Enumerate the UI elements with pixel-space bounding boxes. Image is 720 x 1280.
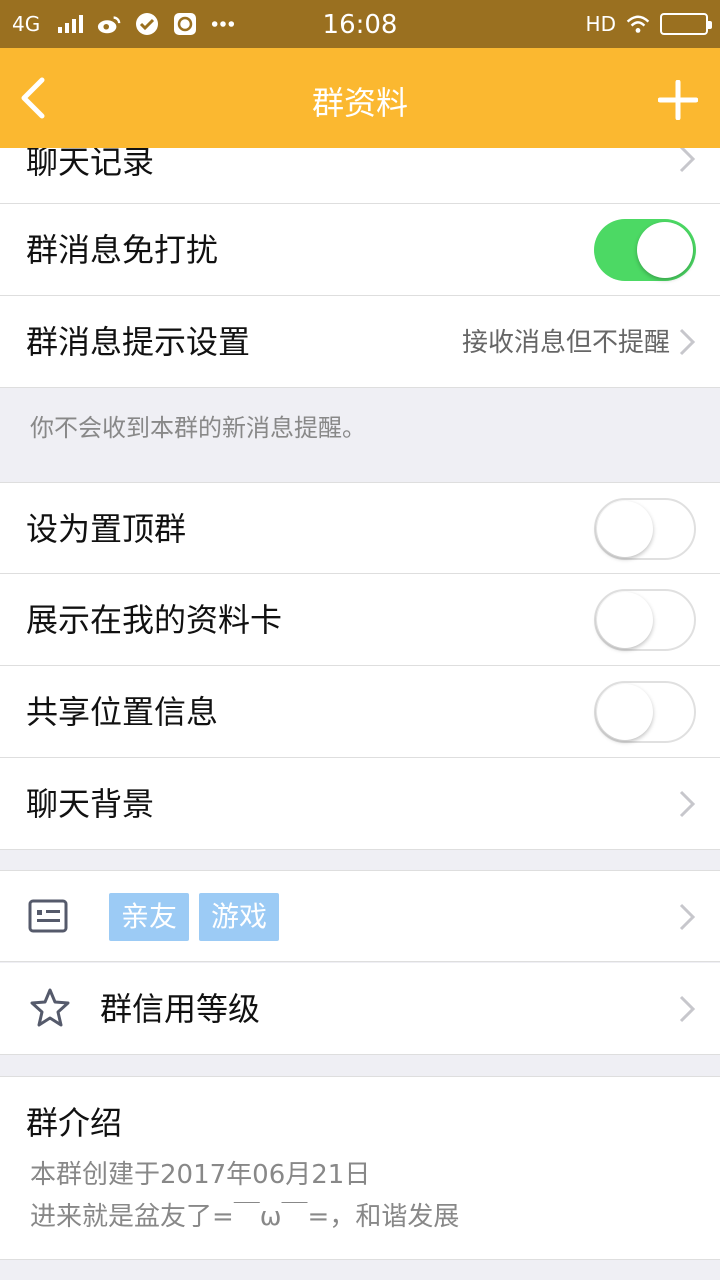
row-mute: 群消息免打扰 xyxy=(0,204,720,296)
hd-indicator: HD xyxy=(585,12,616,36)
nav-bar: 群资料 xyxy=(0,48,720,148)
page-title: 群资料 xyxy=(311,84,408,122)
tag-list: 亲友 游戏 xyxy=(109,893,289,941)
row-chat-history[interactable]: 聊天记录 xyxy=(0,148,720,204)
credit-level-label: 群信用等级 xyxy=(100,990,261,1028)
share-location-label: 共享位置信息 xyxy=(26,693,219,731)
row-chat-background[interactable]: 聊天背景 xyxy=(0,758,720,850)
toggle-knob xyxy=(637,222,693,278)
row-credit-level[interactable]: 群信用等级 xyxy=(0,963,720,1055)
wifi-icon xyxy=(626,12,650,36)
group-intro-title: 群介绍 xyxy=(26,1104,123,1142)
pin-group-toggle[interactable] xyxy=(594,498,696,560)
toggle-knob xyxy=(597,592,653,648)
star-icon xyxy=(30,988,70,1027)
mute-label: 群消息免打扰 xyxy=(26,231,219,269)
group-intro-section[interactable]: 群介绍 本群创建于2017年06月21日 进来就是盆友了=￣ω￣=，和谐发展 xyxy=(0,1076,720,1260)
group-intro-line: 进来就是盆友了=￣ω￣=，和谐发展 xyxy=(30,1202,460,1232)
chevron-right-icon xyxy=(679,148,696,173)
tag-item: 亲友 xyxy=(109,893,190,941)
chat-background-label: 聊天背景 xyxy=(26,785,155,823)
share-location-toggle[interactable] xyxy=(594,681,696,743)
pin-group-label: 设为置顶群 xyxy=(26,510,187,548)
mute-toggle[interactable] xyxy=(594,219,696,281)
toggle-knob xyxy=(597,501,653,557)
status-right: HD xyxy=(585,10,712,38)
row-show-on-profile: 展示在我的资料卡 xyxy=(0,574,720,666)
chevron-right-icon xyxy=(679,328,696,356)
chat-history-label: 聊天记录 xyxy=(26,148,155,181)
plus-icon[interactable] xyxy=(657,79,699,121)
row-share-location: 共享位置信息 xyxy=(0,666,720,758)
content-scroll[interactable]: 聊天记录 群消息免打扰 群消息提示设置 接收消息但不提醒 你不会收到本群的新消息… xyxy=(0,148,720,1280)
chevron-right-icon xyxy=(679,995,696,1023)
chevron-right-icon xyxy=(679,790,696,818)
id-card-icon xyxy=(28,899,68,933)
group-intro-line: 本群创建于2017年06月21日 xyxy=(30,1160,371,1190)
tag-item: 游戏 xyxy=(199,893,280,941)
battery-icon xyxy=(660,13,712,35)
row-pin-group: 设为置顶群 xyxy=(0,482,720,574)
row-notify-setting[interactable]: 群消息提示设置 接收消息但不提醒 xyxy=(0,296,720,388)
toggle-knob xyxy=(597,684,653,740)
row-group-tags[interactable]: 亲友 游戏 xyxy=(0,870,720,962)
notify-note: 你不会收到本群的新消息提醒。 xyxy=(30,414,366,442)
show-on-profile-toggle[interactable] xyxy=(594,589,696,651)
status-bar: 4G 16:08 HD xyxy=(0,0,720,48)
chevron-right-icon xyxy=(679,903,696,931)
notify-setting-label: 群消息提示设置 xyxy=(26,323,251,361)
show-on-profile-label: 展示在我的资料卡 xyxy=(26,601,283,639)
notify-setting-value: 接收消息但不提醒 xyxy=(461,328,670,358)
